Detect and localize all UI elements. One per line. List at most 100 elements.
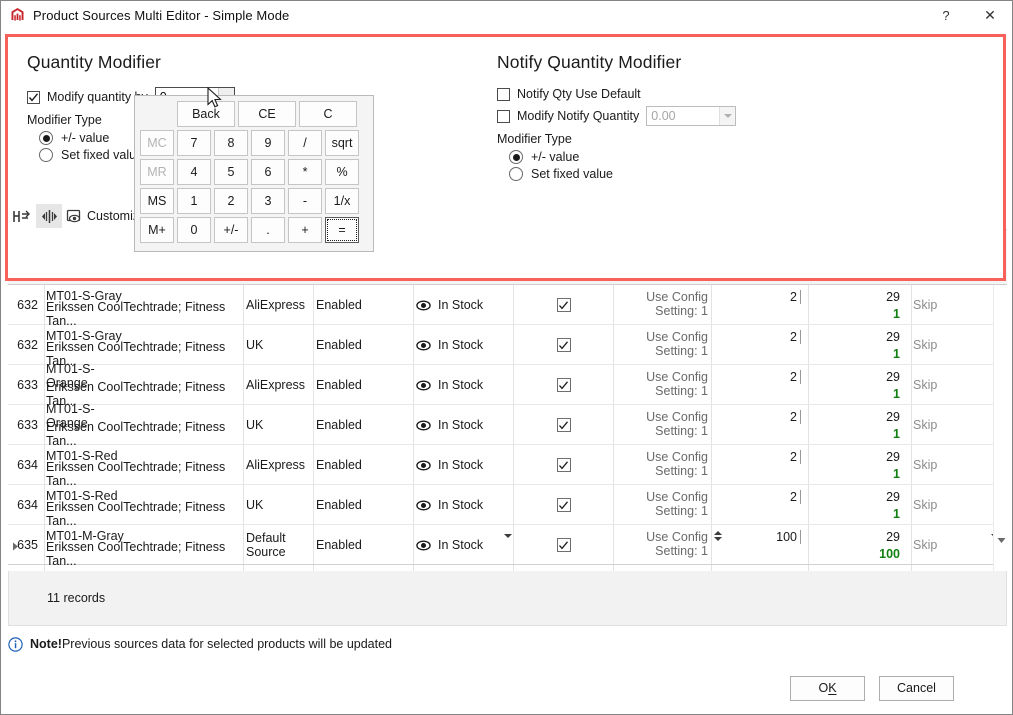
- cell-action[interactable]: Skip: [913, 485, 1003, 525]
- calc-key-plus[interactable]: +: [288, 217, 322, 243]
- cell-notify-quantity[interactable]: Use Config Setting: 1: [616, 325, 708, 365]
- grid-vertical-scrollbar[interactable]: [993, 285, 1007, 571]
- calc-key-5[interactable]: 5: [214, 159, 248, 185]
- calc-key-7[interactable]: 7: [177, 130, 211, 156]
- cell-source-item-status[interactable]: In Stock: [416, 525, 512, 565]
- calc-key-3[interactable]: 3: [251, 188, 285, 214]
- cell-total-qty[interactable]: 2: [711, 437, 803, 477]
- cell-total-qty[interactable]: 2: [711, 317, 803, 357]
- calc-key-1divx[interactable]: 1/x: [325, 188, 359, 214]
- cell-action[interactable]: Skip: [913, 445, 1003, 485]
- modify-quantity-checkbox[interactable]: [27, 90, 40, 104]
- calc-key-8[interactable]: 8: [214, 130, 248, 156]
- calc-key-1[interactable]: 1: [177, 188, 211, 214]
- calc-key-2[interactable]: 2: [214, 188, 248, 214]
- calc-key-ce[interactable]: CE: [238, 101, 296, 127]
- notify-default-checkbox[interactable]: [556, 458, 571, 472]
- cell-notify-quantity[interactable]: Use Config Setting: 1: [616, 285, 708, 325]
- cell-notify-quantity[interactable]: Use Config Setting: 1: [616, 405, 708, 445]
- calc-key-mr[interactable]: MR: [140, 159, 174, 185]
- modify-notify-quantity-checkbox[interactable]: [497, 109, 510, 123]
- cell-total-qty[interactable]: 2: [711, 285, 803, 317]
- cell-notify-use-default[interactable]: [516, 405, 611, 445]
- notify-radio-plus-minus[interactable]: +/- value: [509, 150, 981, 164]
- cell-source-status: Enabled: [316, 458, 362, 472]
- cell-total-qty[interactable]: 2: [711, 357, 803, 397]
- calc-key--[interactable]: %: [325, 159, 359, 185]
- cell-notify-use-default[interactable]: [516, 325, 611, 365]
- notify-qty-use-default-checkbox[interactable]: [497, 87, 510, 101]
- calc-key-back[interactable]: Back: [177, 101, 235, 127]
- notify-default-checkbox[interactable]: [556, 418, 571, 432]
- calc-key--[interactable]: =: [325, 217, 359, 243]
- calc-key-mc[interactable]: MC: [140, 130, 174, 156]
- notify-default-checkbox[interactable]: [556, 298, 571, 312]
- close-button[interactable]: ✕: [968, 1, 1012, 29]
- scroll-down-icon[interactable]: [997, 533, 1006, 547]
- notify-radio-plus-minus-label: +/- value: [531, 150, 580, 164]
- cell-source: AliExpress: [246, 378, 306, 392]
- cell-action[interactable]: Skip: [913, 365, 1003, 405]
- cell-source-item-status-label: In Stock: [438, 458, 484, 472]
- table-row[interactable]: 635 MT01-M-Gray Erikssen CoolTechtrade; …: [8, 525, 1007, 568]
- cell-source-item-status[interactable]: In Stock: [416, 445, 511, 485]
- mouse-cursor: [207, 86, 225, 114]
- cell-notify-quantity[interactable]: Use Config Setting: 1: [616, 525, 722, 565]
- help-button[interactable]: ?: [924, 1, 968, 29]
- column-resize-icon[interactable]: [36, 204, 62, 228]
- notify-default-checkbox[interactable]: [556, 378, 571, 392]
- cell-notify-use-default[interactable]: [516, 365, 611, 405]
- calc-key-4[interactable]: 4: [177, 159, 211, 185]
- calc-key-plusdivminus[interactable]: +/-: [214, 217, 248, 243]
- cell-notify-use-default[interactable]: [516, 485, 611, 525]
- cell-total-qty[interactable]: 100: [711, 517, 803, 557]
- calc-key-c[interactable]: C: [299, 101, 357, 127]
- dialog-buttons: OK Cancel: [8, 671, 1007, 705]
- cell-action[interactable]: Skip: [913, 405, 1003, 445]
- calc-key-sqrt[interactable]: sqrt: [325, 130, 359, 156]
- cancel-button[interactable]: Cancel: [879, 675, 954, 701]
- cell-source-status: Enabled: [316, 378, 362, 392]
- action-label: Skip: [913, 298, 938, 312]
- cell-source-item-status[interactable]: In Stock: [416, 485, 511, 525]
- cell-notify-use-default[interactable]: [516, 445, 611, 485]
- cell-source-item-status[interactable]: In Stock: [416, 325, 511, 365]
- calc-key-div[interactable]: /: [288, 130, 322, 156]
- cell-action[interactable]: Skip: [913, 525, 1003, 565]
- cell-notify-quantity[interactable]: Use Config Setting: 1: [616, 365, 708, 405]
- cell-notify-quantity[interactable]: Use Config Setting: 1: [616, 445, 708, 485]
- notify-qty-line1: Use Config: [646, 330, 708, 344]
- calc-key-ms[interactable]: MS: [140, 188, 174, 214]
- notify-qty-line1: Use Config: [646, 490, 708, 504]
- cell-notify-use-default[interactable]: [516, 525, 611, 565]
- chevron-down-icon[interactable]: [504, 534, 512, 552]
- calc-key-9[interactable]: 9: [251, 130, 285, 156]
- cell-notify-use-default[interactable]: [516, 285, 611, 325]
- cell-source-item-status[interactable]: In Stock: [416, 405, 511, 445]
- calc-key-mul[interactable]: *: [288, 159, 322, 185]
- calc-key-minus[interactable]: -: [288, 188, 322, 214]
- cell-notify-quantity[interactable]: Use Config Setting: 1: [616, 485, 708, 525]
- notify-default-checkbox[interactable]: [556, 498, 571, 512]
- cell-total-qty[interactable]: 2: [711, 397, 803, 437]
- record-count: 11 records: [47, 591, 106, 605]
- calc-key--[interactable]: .: [251, 217, 285, 243]
- cell-action[interactable]: Skip: [913, 285, 1003, 325]
- calculator-popup[interactable]: Back CE C MC 7 8 9/sqrt MR 4 5 6 *% MS 1 2 3-1/x M+ 0 +/-.…: [134, 95, 374, 252]
- calc-key-0[interactable]: 0: [177, 217, 211, 243]
- calc-key-mplus[interactable]: M+: [140, 217, 174, 243]
- cell-name: Erikssen CoolTechtrade; Fitness Tan...: [46, 540, 226, 568]
- notify-radio-fixed[interactable]: Set fixed value: [509, 167, 981, 181]
- cell-action[interactable]: Skip: [913, 325, 1003, 365]
- notify-default-checkbox[interactable]: [556, 538, 571, 552]
- column-fit-icon[interactable]: [8, 204, 34, 228]
- cell-source-item-status[interactable]: In Stock: [416, 365, 511, 405]
- calc-key-6[interactable]: 6: [251, 159, 285, 185]
- chevron-down-icon[interactable]: [719, 107, 736, 125]
- cell-source-quantity[interactable]: 100: [808, 534, 906, 571]
- notify-default-checkbox[interactable]: [556, 338, 571, 352]
- ok-button[interactable]: OK: [790, 675, 865, 701]
- cell-source-item-status[interactable]: In Stock: [416, 285, 511, 325]
- modify-notify-quantity-combobox[interactable]: 0.00: [646, 106, 737, 126]
- cell-total-qty[interactable]: 2: [711, 477, 803, 517]
